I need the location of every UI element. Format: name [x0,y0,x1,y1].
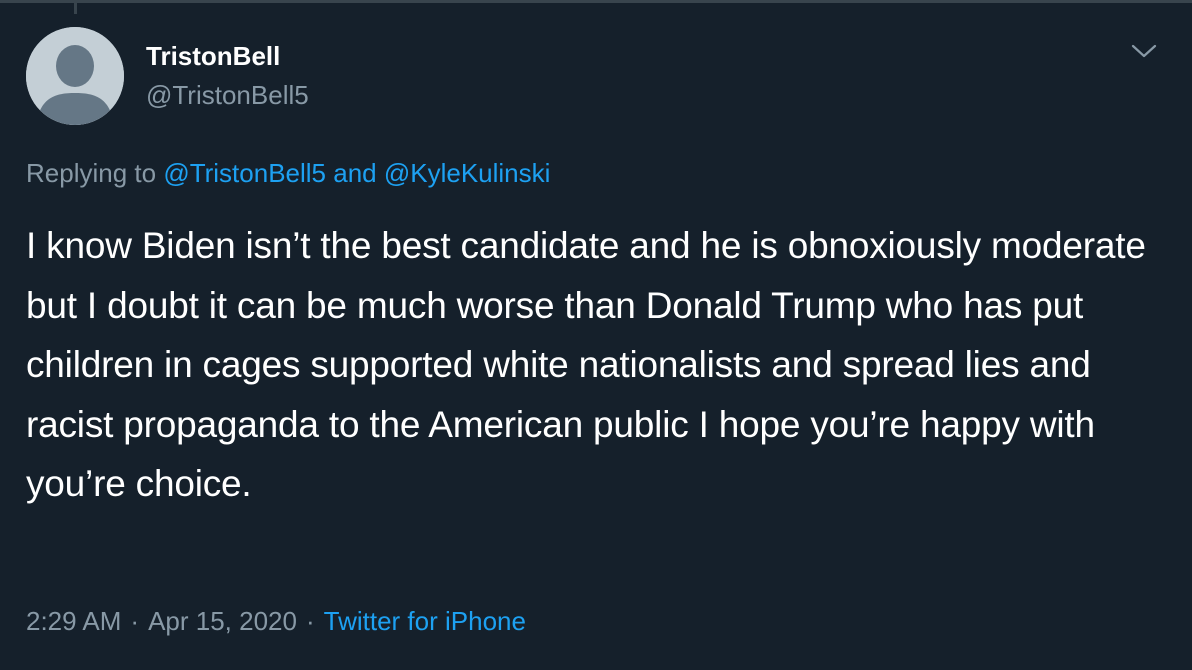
tweet-source-link[interactable]: Twitter for iPhone [324,606,526,636]
tweet-body: I know Biden isn’t the best candidate an… [26,225,1146,504]
tweet-time[interactable]: 2:29 AM [26,606,121,636]
chevron-down-icon [1131,44,1157,58]
mention-link-tristonbell5[interactable]: @TristonBell5 [163,158,326,188]
meta-separator: · [130,606,140,636]
tweet-metadata: 2:29 AM · Apr 15, 2020 · Twitter for iPhone [26,605,526,637]
default-avatar-icon [26,27,124,125]
tweet-date[interactable]: Apr 15, 2020 [148,606,297,636]
mention-link-kylekulinski[interactable]: @KyleKulinski [384,158,551,188]
thread-connector-line [74,0,77,14]
meta-separator: · [305,606,315,636]
replying-to-label: Replying to [26,158,164,188]
replying-to: Replying to @TristonBell5 and @KyleKulin… [26,157,550,189]
tweet-menu-button[interactable] [1128,36,1160,66]
replying-and-text: and [326,158,384,188]
avatar[interactable] [26,27,124,125]
thread-divider [0,0,1192,3]
user-display-name[interactable]: TristonBell [146,41,280,71]
user-handle[interactable]: @TristonBell5 [146,80,309,110]
